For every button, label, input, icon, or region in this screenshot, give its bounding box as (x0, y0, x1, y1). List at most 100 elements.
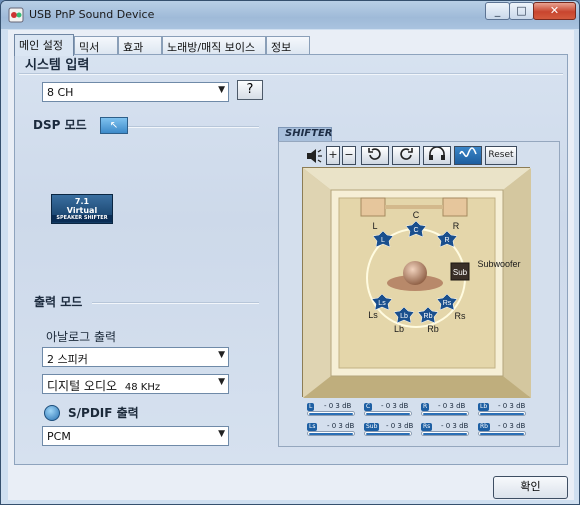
channel-select-value: 8 CH (47, 86, 74, 99)
digital-audio-select[interactable]: 디지털 오디오 48 KHz ▼ (42, 374, 229, 394)
shifter-tab[interactable]: SHIFTER (278, 127, 332, 141)
level-meter-rs[interactable]: Rs - 0 3 dB (421, 422, 473, 437)
shifter-panel: + − Reset C L R Ls Rs Lb Rb Sub C L R Ls… (278, 141, 560, 447)
level-badge: Rs (421, 423, 433, 431)
level-meter-r[interactable]: R - 0 3 dB (421, 402, 473, 417)
maximize-button[interactable]: □ (509, 2, 534, 20)
headphone-button[interactable] (423, 146, 451, 165)
level-slider[interactable] (307, 411, 355, 416)
level-slider[interactable] (421, 431, 469, 436)
chevron-down-icon: ▼ (218, 429, 225, 439)
tab-effects[interactable]: 효과 (118, 36, 162, 54)
speaker-badge-rb[interactable]: Rb (424, 313, 433, 320)
help-button[interactable]: ? (237, 80, 263, 100)
system-input-title: 시스템 입력 (25, 58, 90, 73)
level-slider[interactable] (478, 411, 526, 416)
speaker-volume-icon[interactable] (305, 148, 323, 164)
virtual-room[interactable]: C L R Ls Rs Lb Rb Sub C L R Ls Rs Lb Rb … (302, 167, 531, 398)
speaker-label-ls: Ls (368, 310, 378, 320)
level-slider[interactable] (364, 411, 412, 416)
speaker-label-c: C (413, 210, 420, 220)
divider (19, 73, 563, 75)
speaker-app-icon (8, 7, 24, 23)
digital-audio-rate: 48 KHz (124, 382, 161, 393)
output-mode-title: 출력 모드 (34, 295, 83, 309)
sound-device-window: USB PnP Sound Device _ □ ✕ 메인 설정 믹서 효과 노… (0, 0, 580, 505)
window-title: USB PnP Sound Device (29, 8, 155, 21)
level-badge: Lb (478, 403, 490, 411)
speaker-badge-lb[interactable]: Lb (400, 313, 408, 320)
spdif-icon (44, 405, 60, 421)
level-meter-c[interactable]: C - 0 3 dB (364, 402, 416, 417)
ok-button[interactable]: 확인 (493, 476, 568, 499)
title-bar[interactable]: USB PnP Sound Device _ □ ✕ (1, 1, 579, 29)
spdif-output-value: PCM (47, 430, 71, 443)
speaker-badge-rs[interactable]: Rs (443, 300, 452, 307)
level-slider[interactable] (478, 431, 526, 436)
waveform-icon (459, 147, 477, 158)
waveform-button[interactable] (454, 146, 482, 165)
level-value: - 0 3 dB (441, 422, 469, 430)
channel-select[interactable]: 8 CH ▼ (42, 82, 229, 102)
level-value: - 0 3 dB (386, 422, 414, 430)
level-slider[interactable] (421, 411, 469, 416)
dsp-mode-title: DSP 모드 (33, 118, 87, 132)
speaker-badge-r[interactable]: R (444, 237, 449, 244)
spdif-output-label: S/PDIF 출력 (68, 406, 139, 420)
level-value: - 0 3 dB (498, 402, 526, 410)
level-badge: Sub (364, 423, 380, 431)
spdif-output-select[interactable]: PCM ▼ (42, 426, 229, 446)
level-badge: Ls (307, 423, 318, 431)
divider (92, 302, 259, 304)
tab-mixer[interactable]: 믹서 (74, 36, 118, 54)
minimize-button[interactable]: _ (485, 2, 510, 20)
speaker-label-l: L (372, 221, 377, 231)
level-meter-rb[interactable]: Rb - 0 3 dB (478, 422, 530, 437)
chevron-down-icon: ▼ (218, 85, 225, 95)
level-badge: R (421, 403, 430, 411)
tab-info[interactable]: 정보 (266, 36, 310, 54)
client-area: 메인 설정 믹서 효과 노래방/매직 보이스 정보 시스템 입력 8 CH ▼ … (8, 30, 574, 500)
chevron-down-icon: ▼ (218, 350, 225, 360)
subwoofer-badge[interactable]: Sub (453, 268, 468, 277)
level-value: - 0 3 dB (381, 402, 409, 410)
level-meter-l[interactable]: L - 0 3 dB (307, 402, 359, 417)
logo-line-1: 7.1 (74, 197, 90, 206)
speaker-badge-l[interactable]: L (381, 237, 385, 244)
level-value: - 0 3 dB (327, 422, 355, 430)
analog-output-label: 아날로그 출력 (46, 330, 117, 344)
rotate-left-icon (400, 148, 413, 160)
level-meter-sub[interactable]: Sub - 0 3 dB (364, 422, 416, 437)
headphones-icon (429, 146, 445, 160)
virtual-speaker-shifter-logo[interactable]: 7.1 Virtual SPEAKER SHIFTER (51, 194, 113, 224)
speaker-label-r: R (453, 221, 460, 231)
speaker-badge-ls[interactable]: Ls (378, 300, 386, 307)
close-button[interactable]: ✕ (533, 2, 576, 20)
tab-karaoke-magic-voice[interactable]: 노래방/매직 보이스 (162, 36, 266, 54)
level-slider[interactable] (307, 431, 355, 436)
digital-audio-value: 디지털 오디오 (47, 379, 118, 393)
level-badge: L (307, 403, 315, 411)
rotate-right-icon (368, 148, 381, 160)
logo-line-3: SPEAKER SHIFTER (52, 215, 112, 222)
level-value: - 0 3 dB (498, 422, 526, 430)
chevron-down-icon: ▼ (218, 377, 225, 387)
level-meter-lb[interactable]: Lb - 0 3 dB (478, 402, 530, 417)
dsp-mode-button[interactable]: ↖ (100, 117, 128, 134)
speaker-badge-c[interactable]: C (413, 227, 418, 234)
reset-button[interactable]: Reset (485, 146, 517, 165)
tab-main-settings[interactable]: 메인 설정 (14, 34, 74, 56)
main-settings-panel: 시스템 입력 8 CH ▼ ? DSP 모드 ↖ 7.1 Virtual SPE… (14, 54, 568, 465)
rotate-clockwise-button[interactable] (361, 146, 389, 165)
level-value: - 0 3 dB (324, 402, 352, 410)
level-slider[interactable] (364, 431, 412, 436)
zoom-out-button[interactable]: − (342, 146, 356, 165)
subwoofer-label: Subwoofer (477, 259, 520, 269)
level-value: - 0 3 dB (438, 402, 466, 410)
analog-output-select[interactable]: 2 스피커 ▼ (42, 347, 229, 367)
speaker-label-lb: Lb (394, 324, 404, 334)
level-meter-ls[interactable]: Ls - 0 3 dB (307, 422, 359, 437)
rotate-counterclockwise-button[interactable] (392, 146, 420, 165)
speaker-label-rb: Rb (427, 324, 439, 334)
zoom-in-button[interactable]: + (326, 146, 340, 165)
